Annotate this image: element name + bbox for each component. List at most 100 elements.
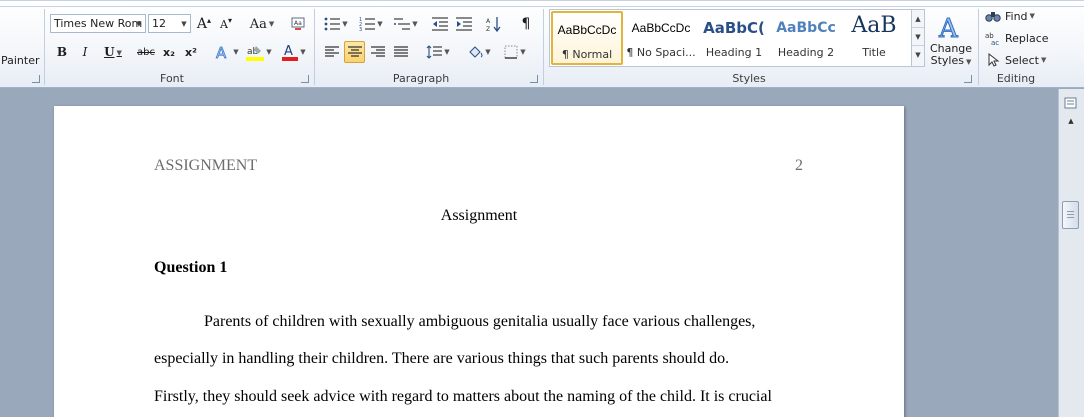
gallery-more-icon[interactable]: ▼: [912, 46, 924, 64]
ribbon-top-divider: [0, 6, 1084, 7]
style-sample: AaB: [851, 13, 897, 38]
ribbon: Painter Times New Rom ▼ 12 ▼ A ▴ A ▾ Aa ▼ A…: [0, 0, 1084, 88]
clear-formatting-button[interactable]: Aa: [288, 13, 308, 35]
group-divider: [543, 9, 544, 85]
ruler-toggle-icon[interactable]: [1063, 95, 1079, 111]
change-case-button[interactable]: Aa ▼: [248, 13, 276, 35]
underline-icon: U: [104, 45, 115, 59]
gallery-scroll-up-icon[interactable]: ▲: [912, 10, 924, 28]
grow-font-button[interactable]: A ▴: [195, 13, 213, 35]
bold-button[interactable]: B: [53, 41, 71, 63]
numbering-icon: 123: [359, 17, 376, 31]
shading-button[interactable]: ▼: [464, 41, 494, 63]
align-center-button[interactable]: [344, 41, 365, 63]
align-right-button[interactable]: [368, 41, 388, 63]
find-button[interactable]: Find ▼: [985, 5, 1051, 27]
paragraph-line: Firstly, they should seek advice with re…: [154, 388, 772, 405]
replace-label: Replace: [1005, 31, 1049, 45]
italic-button[interactable]: I: [76, 41, 94, 63]
style-sample: AaBbCc: [776, 20, 836, 36]
align-left-button[interactable]: [322, 41, 342, 63]
document-page[interactable]: ASSIGNMENT 2 Assignment Question 1 Paren…: [54, 106, 904, 417]
style-name: Title: [862, 46, 886, 59]
font-size-value: 12: [152, 17, 166, 30]
subscript-button[interactable]: x₂: [161, 41, 177, 63]
bullets-button[interactable]: ▼: [322, 13, 350, 35]
grow-font-icon: A: [196, 16, 208, 32]
cursor-arrow-icon: [988, 53, 1000, 67]
binoculars-icon: [985, 12, 1001, 22]
style-title[interactable]: AaB Title: [838, 11, 910, 65]
svg-text:Z: Z: [486, 26, 490, 32]
strikethrough-button[interactable]: abc: [135, 41, 157, 63]
format-painter-button[interactable]: Painter: [1, 50, 40, 70]
multilevel-list-icon: [394, 18, 411, 30]
superscript-button[interactable]: x²: [183, 41, 199, 63]
document-title: Assignment: [440, 207, 518, 224]
font-color-button[interactable]: A ▼: [280, 41, 308, 63]
styles-launcher-icon[interactable]: [964, 75, 972, 83]
increase-indent-button[interactable]: [454, 13, 474, 35]
font-name-value: Times New Rom: [54, 17, 143, 30]
replace-icon: abac: [985, 32, 999, 45]
chevron-down-icon[interactable]: ▼: [133, 15, 145, 32]
style-heading-1[interactable]: AaBbC( Heading 1: [698, 11, 770, 65]
show-hide-marks-button[interactable]: ¶: [516, 13, 536, 35]
decrease-indent-button[interactable]: [430, 13, 450, 35]
paragraph-group-label: Paragraph: [392, 72, 450, 85]
scrollbar-thumb[interactable]: [1062, 201, 1079, 229]
italic-icon: I: [82, 45, 88, 59]
group-divider: [978, 9, 979, 85]
group-divider: [44, 9, 45, 85]
styles-group-label: Styles: [732, 72, 766, 85]
borders-icon: [504, 45, 518, 59]
scroll-up-icon[interactable]: ▲: [1063, 115, 1079, 127]
bullets-icon: [324, 17, 341, 31]
change-styles-button[interactable]: A Change Styles ▼: [928, 9, 974, 71]
highlighter-icon: ab: [246, 46, 265, 61]
style-name: ¶ Normal: [561, 48, 613, 61]
style-heading-2[interactable]: AaBbCc Heading 2: [770, 11, 842, 65]
multilevel-list-button[interactable]: ▼: [391, 13, 421, 35]
sort-button[interactable]: AZ: [484, 13, 504, 35]
page-number: 2: [795, 157, 803, 174]
style-sample: AaBbC(: [703, 19, 765, 37]
shrink-font-button[interactable]: A ▾: [217, 13, 235, 35]
justify-icon: [394, 46, 408, 57]
paint-bucket-icon: [469, 46, 483, 58]
svg-text:Aa: Aa: [294, 20, 302, 27]
paragraph-launcher-icon[interactable]: [530, 75, 538, 83]
highlight-button[interactable]: ab ▼: [244, 41, 274, 63]
style-no-spacing[interactable]: AaBbCcDc ¶ No Spaci...: [625, 11, 697, 65]
replace-button[interactable]: ab ac Replace: [985, 27, 1051, 49]
numbering-button[interactable]: 1 2 3 ▼: [356, 13, 386, 35]
style-name: Heading 1: [705, 46, 763, 59]
chevron-down-icon[interactable]: ▼: [178, 15, 190, 32]
font-group-label: Font: [160, 72, 184, 85]
align-right-icon: [371, 46, 385, 57]
font-name-combo[interactable]: Times New Rom ▼: [50, 14, 146, 33]
justify-button[interactable]: [391, 41, 411, 63]
sort-icon: AZ: [486, 17, 501, 32]
text-effects-button[interactable]: A ▼: [214, 41, 240, 63]
clear-formatting-icon: Aa: [291, 17, 305, 30]
font-launcher-icon[interactable]: [301, 75, 309, 83]
svg-text:3: 3: [359, 27, 362, 31]
strikethrough-icon: abc: [137, 46, 155, 58]
vertical-scrollbar[interactable]: ▲: [1058, 89, 1084, 417]
svg-text:A: A: [216, 44, 227, 60]
gallery-scroll-down-icon[interactable]: ▼: [912, 28, 924, 46]
borders-button[interactable]: ▼: [500, 41, 530, 63]
underline-button[interactable]: U ▼: [101, 41, 125, 63]
paragraph-line: especially in handling their children. T…: [154, 350, 730, 367]
select-button[interactable]: Select ▼: [985, 49, 1051, 71]
line-spacing-button[interactable]: ▼: [423, 41, 453, 63]
svg-text:A: A: [486, 18, 491, 25]
decrease-indent-icon: [432, 17, 448, 31]
font-size-combo[interactable]: 12 ▼: [148, 14, 191, 33]
change-styles-icon: A: [938, 13, 960, 43]
clipboard-launcher-icon[interactable]: [32, 75, 40, 83]
style-normal[interactable]: AaBbCcDc ¶ Normal: [551, 11, 623, 65]
styles-gallery: AaBbCcDc ¶ Normal AaBbCcDc ¶ No Spaci...…: [549, 9, 925, 67]
align-center-icon: [347, 46, 362, 57]
